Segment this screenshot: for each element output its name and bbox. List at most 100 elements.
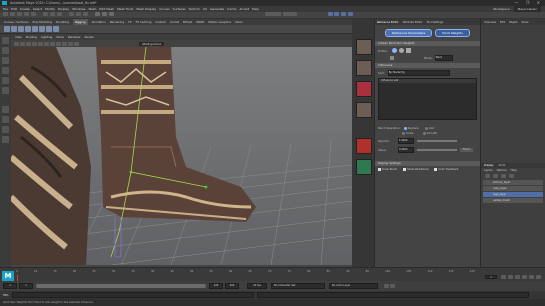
- bookmark-icon[interactable]: [26, 41, 31, 46]
- object-menu[interactable]: Object: [509, 21, 517, 24]
- paint-select-tool-icon[interactable]: [2, 57, 9, 64]
- layer-row[interactable]: yellow_mesh: [483, 198, 543, 203]
- influences-header[interactable]: Influences: [375, 63, 480, 68]
- open-scene-icon[interactable]: [9, 12, 15, 16]
- layer-row[interactable]: armour_layer: [483, 180, 543, 185]
- smooth-shade-icon[interactable]: [44, 41, 49, 46]
- value-slider[interactable]: [417, 149, 457, 151]
- ipr-render-icon[interactable]: [101, 12, 107, 16]
- step-back-icon[interactable]: [508, 275, 513, 279]
- modeling-toolkit-icon[interactable]: [327, 12, 333, 16]
- smooth-radio[interactable]: [422, 131, 426, 135]
- select-tool-icon[interactable]: [2, 37, 9, 44]
- camera-attributes-icon[interactable]: [20, 41, 25, 46]
- fps-dropdown[interactable]: 24 fps: [247, 283, 267, 289]
- playback-end-field[interactable]: 120: [209, 283, 223, 289]
- options-menu[interactable]: Options: [497, 169, 507, 172]
- scale-tool-icon[interactable]: [2, 87, 9, 94]
- anim-layer-dropdown[interactable]: No Anim Layer: [329, 283, 378, 289]
- layer-up-icon[interactable]: [485, 174, 490, 178]
- draw-brush-checkbox[interactable]: [378, 168, 381, 171]
- xray-icon[interactable]: [68, 41, 73, 46]
- tool-settings-toggle-icon[interactable]: [341, 12, 347, 16]
- four-view-icon[interactable]: [2, 116, 9, 123]
- tab-tool-settings[interactable]: Tool Settings: [427, 21, 444, 24]
- ik-handle-icon[interactable]: [11, 26, 17, 32]
- show-wireframe-checkbox[interactable]: [403, 168, 407, 171]
- help-menu[interactable]: Help: [511, 169, 517, 172]
- go-to-end-icon[interactable]: [536, 275, 541, 279]
- viewport-3d[interactable]: [11, 47, 352, 265]
- current-frame-field[interactable]: 1: [485, 275, 497, 279]
- texture-thumbnail-1[interactable]: [356, 39, 372, 55]
- select-component-icon[interactable]: [56, 12, 62, 16]
- shadows-icon[interactable]: [62, 41, 67, 46]
- render-settings-icon[interactable]: [108, 12, 114, 16]
- go-to-start-icon[interactable]: [501, 275, 506, 279]
- texture-thumbnail-6[interactable]: [356, 159, 372, 175]
- channels-menu[interactable]: Channels: [484, 21, 496, 24]
- joint-tool-icon[interactable]: [4, 26, 10, 32]
- lattice-icon[interactable]: [39, 26, 45, 32]
- anim-prefs-icon[interactable]: [390, 284, 395, 288]
- influence-list[interactable]: Influence List: [378, 78, 477, 120]
- layers-menu[interactable]: Layers: [484, 169, 493, 172]
- add-radio[interactable]: [424, 126, 428, 130]
- select-hierarchy-icon[interactable]: [42, 12, 48, 16]
- scale-radio[interactable]: [402, 131, 405, 135]
- layer-row[interactable]: rope_layer: [483, 186, 543, 191]
- wireframe-icon[interactable]: [38, 41, 43, 46]
- time-slider[interactable]: 5 10 15 20 25 30 35 40 45 50 55 60 65 70…: [0, 267, 545, 281]
- camera-icon[interactable]: [14, 41, 19, 46]
- graph-layout-icon[interactable]: [2, 136, 9, 143]
- paint-tool-icon[interactable]: [390, 56, 394, 60]
- bind-skin-icon[interactable]: [18, 26, 24, 32]
- tab-reference-editor[interactable]: Reference Editor: [377, 21, 399, 24]
- layer-down-icon[interactable]: [493, 174, 498, 178]
- texture-thumbnail-3[interactable]: [356, 81, 372, 97]
- replace-radio[interactable]: [403, 126, 407, 130]
- texture-thumbnail-5[interactable]: [356, 138, 372, 154]
- snap-curve-icon[interactable]: [75, 12, 81, 16]
- texture-thumbnail-2[interactable]: [356, 60, 372, 76]
- auto-key-icon[interactable]: [384, 284, 389, 288]
- live-surface-field[interactable]: [282, 12, 297, 16]
- outliner-layout-icon[interactable]: [2, 126, 9, 133]
- tab-anim-layers[interactable]: Anim: [499, 164, 506, 167]
- sort-dropdown[interactable]: By Hierarchy: [387, 70, 450, 76]
- lights-icon[interactable]: [56, 41, 61, 46]
- grid-toggle-icon[interactable]: [32, 41, 37, 46]
- paint-weights-button[interactable]: Paint Weights: [435, 29, 470, 37]
- brush-profile-gaussian-icon[interactable]: [391, 48, 397, 53]
- new-layer-icon[interactable]: [501, 174, 506, 178]
- opacity-field[interactable]: 1.0000: [398, 138, 414, 144]
- cluster-icon[interactable]: [32, 26, 38, 32]
- step-forward-icon[interactable]: [529, 275, 534, 279]
- new-scene-icon[interactable]: [3, 12, 8, 16]
- command-input[interactable]: [11, 292, 254, 298]
- single-view-icon[interactable]: [2, 106, 9, 113]
- layer-row[interactable]: legs_layer: [483, 192, 543, 197]
- save-scene-icon[interactable]: [16, 12, 22, 16]
- texture-thumbnail-4[interactable]: [356, 102, 372, 118]
- render-icon[interactable]: [94, 12, 100, 16]
- snap-point-icon[interactable]: [82, 12, 88, 16]
- show-menu[interactable]: Show: [521, 21, 528, 24]
- value-field[interactable]: 0.0000: [398, 147, 414, 153]
- brush-profile-soft-icon[interactable]: [398, 48, 404, 53]
- display-settings-header[interactable]: Display Settings: [375, 161, 480, 166]
- textured-icon[interactable]: [50, 41, 55, 46]
- flood-button[interactable]: Flood: [460, 148, 473, 152]
- undo-icon[interactable]: [23, 12, 29, 16]
- character-set-dropdown[interactable]: No Character Set: [271, 283, 325, 289]
- channel-box-toggle-icon[interactable]: [348, 12, 354, 16]
- opacity-slider[interactable]: [417, 140, 457, 142]
- select-object-icon[interactable]: [49, 12, 55, 16]
- paint-weights-icon[interactable]: [25, 26, 31, 32]
- color-feedback-checkbox[interactable]: [434, 168, 438, 171]
- play-forward-icon[interactable]: [522, 275, 527, 279]
- attribute-editor-toggle-icon[interactable]: [334, 12, 340, 16]
- edit-menu[interactable]: Edit: [500, 21, 505, 24]
- tool-section-header[interactable]: Artisan Paint Skin Weights: [375, 41, 480, 46]
- brush-profile-square-icon[interactable]: [405, 48, 411, 53]
